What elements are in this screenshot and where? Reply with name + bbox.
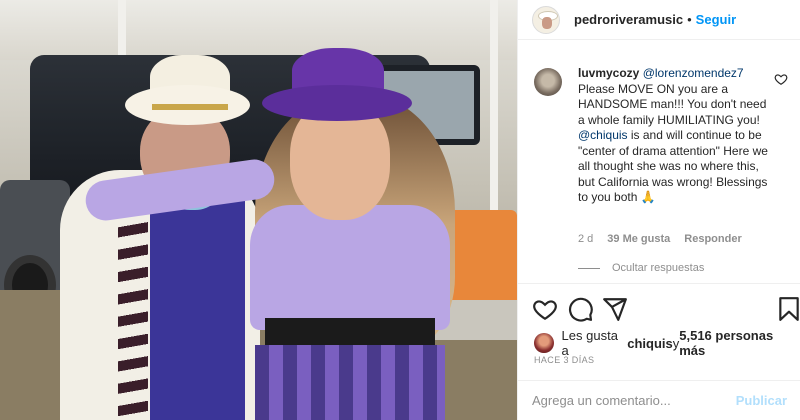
comment-age[interactable]: 2 d <box>578 233 593 245</box>
post-photo[interactable] <box>0 0 517 420</box>
man-shirt <box>150 190 245 420</box>
commenter-avatar[interactable] <box>534 68 562 96</box>
author-username[interactable]: pedroriveramusic <box>574 12 683 27</box>
post-header: pedroriveramusic • Seguir <box>518 0 800 40</box>
plaid-skirt <box>255 345 445 420</box>
share-icon[interactable] <box>602 296 628 322</box>
divider <box>518 283 800 284</box>
likes-prefix: Les gusta a <box>561 328 618 358</box>
post-timestamp[interactable]: HACE 3 DÍAS <box>534 355 594 365</box>
liker-avatar[interactable] <box>534 333 554 353</box>
cowboy-hat-band <box>152 104 228 110</box>
liker-username[interactable]: chiquis <box>627 336 673 351</box>
replies-line <box>578 267 600 269</box>
bookmark-icon[interactable] <box>776 296 800 322</box>
hide-replies-toggle[interactable]: Ocultar respuestas <box>578 262 704 274</box>
small-heart-icon[interactable] <box>774 72 788 86</box>
tent-pole-right <box>490 0 498 230</box>
post-comment-button[interactable]: Publicar <box>736 393 787 408</box>
heart-icon[interactable] <box>532 296 558 322</box>
woman-bralette <box>265 318 435 348</box>
comment-icon[interactable] <box>568 296 594 322</box>
tent-canopy <box>0 0 517 60</box>
comment-input[interactable] <box>532 393 736 408</box>
comment-mention[interactable]: @lorenzomendez7 <box>643 66 744 80</box>
header-separator: • <box>687 12 692 27</box>
comment-body: luvmycozy @lorenzomendez7 Please MOVE ON… <box>578 66 774 206</box>
likes-count[interactable]: 5,516 personas más <box>679 328 800 358</box>
post-side-panel: pedroriveramusic • Seguir luvmycozy @lor… <box>517 0 800 420</box>
author-avatar[interactable] <box>532 5 560 34</box>
likes-summary: Les gusta a chiquis y 5,516 personas más <box>534 328 800 358</box>
comment-meta: 2 d 39 Me gusta Responder <box>578 233 742 245</box>
comment-text-part-1: Please MOVE ON you are a HANDSOME man!!!… <box>578 81 767 127</box>
jacket-embroidery <box>118 205 148 420</box>
hide-replies-label[interactable]: Ocultar respuestas <box>612 262 704 274</box>
add-comment-bar: Publicar <box>518 380 800 420</box>
action-bar <box>518 290 800 330</box>
follow-button[interactable]: Seguir <box>696 12 736 27</box>
woman-top <box>250 205 450 330</box>
reply-button[interactable]: Responder <box>684 233 741 245</box>
comment-like-count[interactable]: 39 Me gusta <box>607 233 670 245</box>
comment-mention-chiquis[interactable]: @chiquis <box>578 128 628 142</box>
purple-hat-brim <box>262 85 412 121</box>
commenter-username[interactable]: luvmycozy <box>578 66 639 80</box>
